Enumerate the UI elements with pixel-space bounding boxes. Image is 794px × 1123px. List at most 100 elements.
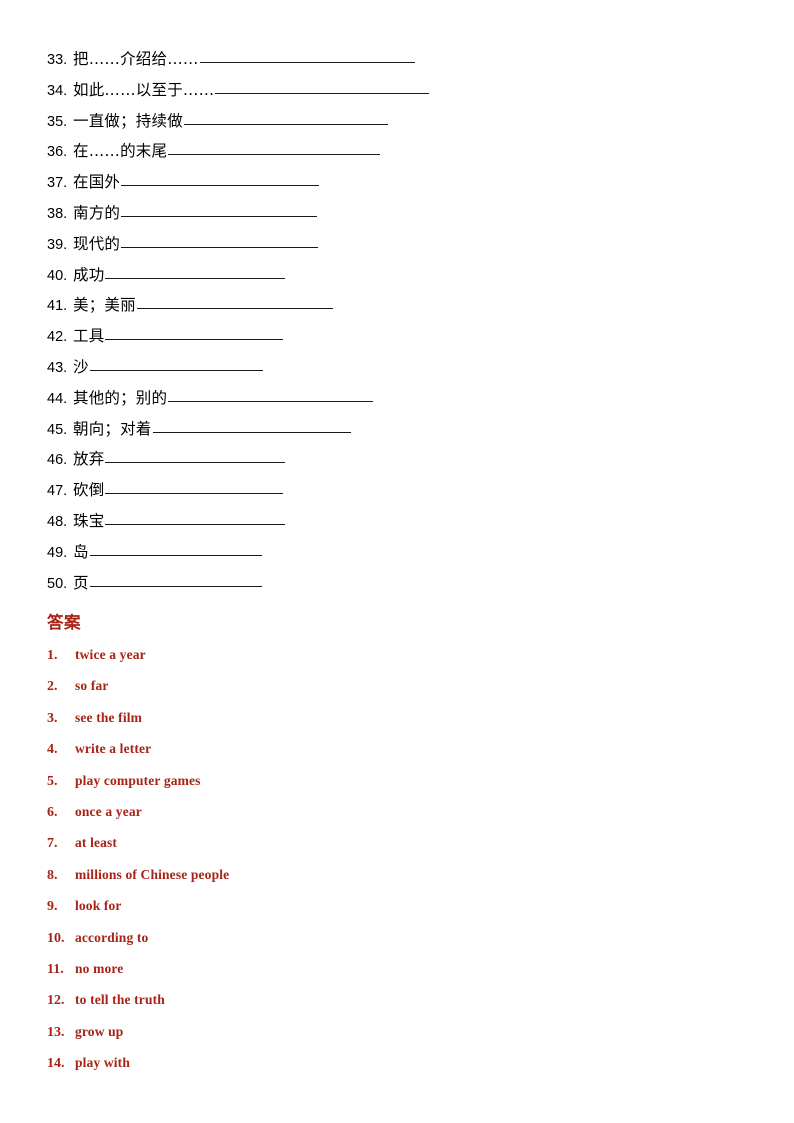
worksheet-page: 33. 把……介绍给…… 34. 如此……以至于…… 35. 一直做；持续做 36. 在……的… bbox=[0, 0, 794, 1123]
exercise-item-term: 在……的末尾 bbox=[73, 142, 168, 161]
answer-item-number: 13. bbox=[47, 1024, 65, 1040]
exercise-item-term: 如此……以至于…… bbox=[73, 80, 215, 99]
exercise-item-term: 岛 bbox=[73, 542, 89, 561]
exercise-answer-blank[interactable] bbox=[183, 123, 388, 125]
exercise-item-term: 朝向；对着 bbox=[73, 419, 152, 438]
exercise-answer-blank[interactable] bbox=[136, 308, 333, 310]
answer-item-number: 9. bbox=[47, 899, 58, 915]
answer-item-text: grow up bbox=[75, 1023, 124, 1039]
exercise-answer-blank[interactable] bbox=[105, 493, 284, 495]
exercise-answer-blank[interactable] bbox=[152, 431, 351, 433]
answer-item-text: at least bbox=[75, 835, 118, 851]
exercise-item-number: 45. bbox=[47, 421, 68, 438]
exercise-answer-blank[interactable] bbox=[215, 92, 430, 94]
exercise-item-number: 40. bbox=[47, 267, 68, 284]
answer-item: 5. play computer games bbox=[47, 773, 747, 804]
exercise-item-number: 44. bbox=[47, 390, 68, 407]
answer-item: 2. so far bbox=[47, 678, 747, 709]
answer-item: 7. at least bbox=[47, 835, 747, 866]
exercise-list: 33. 把……介绍给…… 34. 如此……以至于…… 35. 一直做；持续做 36. 在……的… bbox=[47, 47, 747, 601]
answer-item: 10. according to bbox=[47, 930, 747, 961]
exercise-item-number: 39. bbox=[47, 236, 68, 253]
answer-item: 3. see the film bbox=[47, 710, 747, 741]
exercise-item-term: 沙 bbox=[73, 357, 89, 376]
exercise-answer-blank[interactable] bbox=[121, 246, 319, 248]
answer-item: 12. to tell the truth bbox=[47, 992, 747, 1023]
answer-item: 13. grow up bbox=[47, 1024, 747, 1055]
exercise-item: 34. 如此……以至于…… bbox=[47, 78, 747, 109]
exercise-item: 44. 其他的；别的 bbox=[47, 386, 747, 417]
answer-item-text: according to bbox=[75, 929, 149, 945]
exercise-item-term: 一直做；持续做 bbox=[73, 111, 183, 130]
exercise-item: 36. 在……的末尾 bbox=[47, 139, 747, 170]
answer-item-number: 8. bbox=[47, 867, 58, 883]
answer-item: 9. look for bbox=[47, 898, 747, 929]
exercise-item-number: 43. bbox=[47, 359, 68, 376]
exercise-item: 41. 美；美丽 bbox=[47, 293, 747, 324]
exercise-item-number: 50. bbox=[47, 575, 68, 592]
answer-item-number: 4. bbox=[47, 742, 58, 758]
exercise-item-term: 页 bbox=[73, 573, 89, 592]
exercise-item-term: 美；美丽 bbox=[73, 296, 136, 315]
exercise-item-number: 36. bbox=[47, 144, 68, 161]
exercise-item-number: 41. bbox=[47, 298, 68, 315]
exercise-item: 37. 在国外 bbox=[47, 170, 747, 201]
exercise-item-term: 把……介绍给…… bbox=[73, 50, 199, 68]
exercise-item-number: 47. bbox=[47, 483, 68, 500]
answer-item-text: no more bbox=[75, 960, 124, 976]
exercise-item-term: 成功 bbox=[73, 265, 105, 284]
exercise-item-number: 46. bbox=[47, 452, 68, 469]
exercise-item-term: 工具 bbox=[73, 327, 105, 346]
answer-item: 1. twice a year bbox=[47, 647, 747, 678]
exercise-item-term: 在国外 bbox=[73, 173, 121, 192]
answer-item-text: write a letter bbox=[75, 741, 152, 757]
answer-item-text: play with bbox=[75, 1055, 130, 1071]
exercise-answer-blank[interactable] bbox=[89, 585, 262, 587]
answer-list: 1. twice a year 2. so far 3. see the film 4. wr… bbox=[47, 647, 747, 1086]
answer-item-text: play computer games bbox=[75, 772, 201, 788]
exercise-item: 39. 现代的 bbox=[47, 232, 747, 263]
answer-item-number: 3. bbox=[47, 710, 58, 726]
exercise-item: 47. 砍倒 bbox=[47, 478, 747, 509]
exercise-item-number: 38. bbox=[47, 205, 68, 222]
exercise-answer-blank[interactable] bbox=[199, 62, 415, 63]
exercise-item: 49. 岛 bbox=[47, 540, 747, 571]
exercise-item-number: 37. bbox=[47, 175, 68, 192]
exercise-answer-blank[interactable] bbox=[121, 215, 318, 217]
exercise-answer-blank[interactable] bbox=[105, 523, 286, 525]
answer-item: 14. play with bbox=[47, 1055, 747, 1086]
exercise-answer-blank[interactable] bbox=[121, 185, 320, 187]
answer-item-number: 1. bbox=[47, 648, 58, 663]
exercise-item-term: 现代的 bbox=[73, 234, 121, 253]
exercise-item-number: 34. bbox=[47, 82, 68, 99]
answer-item-number: 6. bbox=[47, 804, 58, 820]
exercise-item-term: 其他的；别的 bbox=[73, 388, 168, 407]
answer-item-text: so far bbox=[75, 678, 109, 694]
exercise-answer-blank[interactable] bbox=[168, 400, 374, 402]
exercise-item: 46. 放弃 bbox=[47, 447, 747, 478]
exercise-item: 48. 珠宝 bbox=[47, 509, 747, 540]
answer-item-text: to tell the truth bbox=[75, 992, 165, 1008]
exercise-answer-blank[interactable] bbox=[105, 277, 286, 279]
exercise-answer-blank[interactable] bbox=[89, 554, 262, 556]
exercise-answer-blank[interactable] bbox=[89, 369, 263, 371]
answer-item-text: twice a year bbox=[75, 647, 146, 662]
answer-item: 8. millions of Chinese people bbox=[47, 867, 747, 898]
exercise-item-number: 42. bbox=[47, 329, 68, 346]
exercise-item: 50. 页 bbox=[47, 571, 747, 602]
exercise-item: 43. 沙 bbox=[47, 355, 747, 386]
answers-section-heading: 答案 bbox=[47, 613, 81, 632]
answer-item-number: 11. bbox=[47, 961, 64, 977]
exercise-answer-blank[interactable] bbox=[168, 154, 381, 156]
exercise-item-term: 珠宝 bbox=[73, 511, 105, 530]
exercise-item-number: 49. bbox=[47, 544, 68, 561]
answer-item: 6. once a year bbox=[47, 804, 747, 835]
exercise-answer-blank[interactable] bbox=[105, 339, 284, 341]
exercise-item-term: 砍倒 bbox=[73, 481, 105, 500]
exercise-item: 38. 南方的 bbox=[47, 201, 747, 232]
exercise-answer-blank[interactable] bbox=[105, 462, 286, 464]
answer-item-number: 2. bbox=[47, 679, 58, 695]
answer-item: 4. write a letter bbox=[47, 741, 747, 772]
exercise-item: 40. 成功 bbox=[47, 263, 747, 294]
answer-item-number: 10. bbox=[47, 930, 65, 946]
